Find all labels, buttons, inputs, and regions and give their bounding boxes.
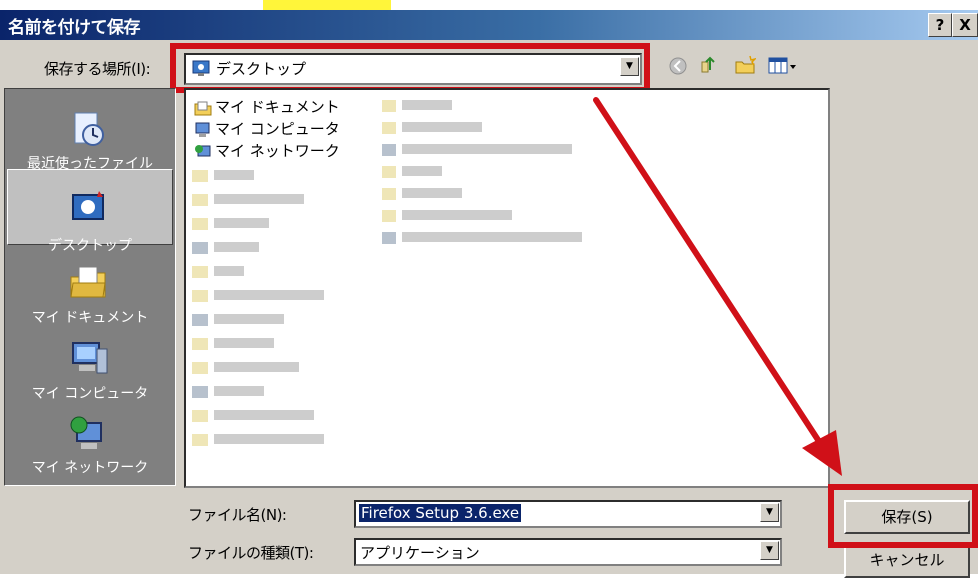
annotation-arrow	[593, 97, 842, 476]
